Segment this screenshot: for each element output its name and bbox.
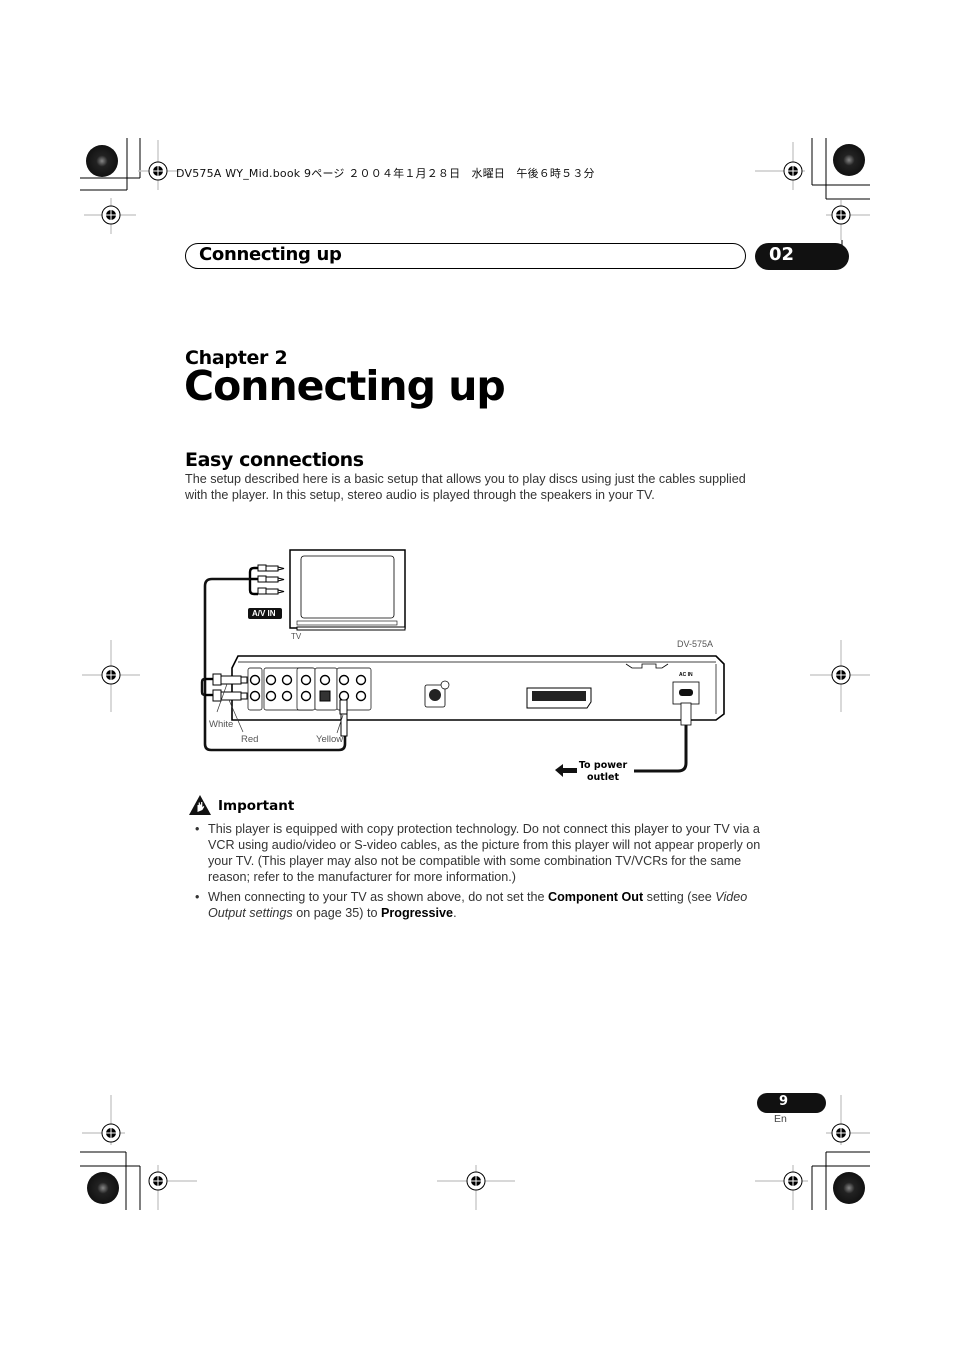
tv-label: TV — [291, 632, 302, 641]
audio-jack-panel — [247, 667, 372, 711]
chapter-number: 02 — [769, 244, 795, 265]
registration-mark — [101, 205, 121, 225]
page-number-badge — [757, 1093, 826, 1113]
important-hand-icon — [189, 795, 211, 815]
registration-mark — [831, 205, 851, 225]
ac-in-label: AC IN — [679, 672, 693, 678]
yellow-cable-label: Yellow — [316, 734, 344, 745]
bullet-text: When connecting to your TV as shown abov… — [208, 890, 549, 904]
white-cable-label: White — [209, 719, 234, 730]
bullet-text: This player is equipped with copy protec… — [208, 822, 761, 884]
language-code: En — [774, 1113, 787, 1125]
registration-mark — [466, 1171, 486, 1191]
registration-mark — [783, 1171, 803, 1191]
sunburst-mark-top-right — [833, 144, 865, 176]
tv-illustration — [289, 549, 406, 631]
registration-mark — [101, 1123, 121, 1143]
registration-mark — [148, 1171, 168, 1191]
player-model-label: DV-575A — [677, 639, 714, 649]
page-title: Connecting up — [184, 362, 506, 410]
av-cable-tv-side — [248, 566, 258, 596]
scart-connector — [526, 687, 592, 709]
registration-mark — [148, 161, 168, 181]
bullet-text: on page 35) to — [292, 906, 381, 920]
av-in-label: A/V IN — [252, 609, 276, 618]
component-out-term: Component Out — [548, 890, 644, 904]
registration-mark — [831, 1123, 851, 1143]
important-bullet: When connecting to your TV as shown abov… — [195, 889, 770, 921]
registration-mark — [831, 665, 851, 685]
s-video-jack — [424, 680, 450, 708]
optical-jack — [319, 690, 331, 702]
sunburst-mark-bottom-left — [87, 1172, 119, 1204]
ac-in-socket — [672, 681, 700, 705]
progressive-term: Progressive — [380, 906, 454, 920]
registration-mark — [783, 161, 803, 181]
power-outlet-label-line1: To power — [578, 760, 628, 771]
registration-mark — [101, 665, 121, 685]
section-intro: The setup described here is a basic setu… — [185, 472, 746, 502]
bullet-text: . — [453, 906, 457, 920]
connection-diagram — [200, 549, 725, 777]
red-cable-label: Red — [241, 734, 259, 745]
power-outlet-label: To power outlet — [578, 760, 628, 784]
arrow-left-icon — [555, 764, 577, 777]
bullet-text: setting (see — [643, 890, 716, 904]
print-slug: DV575A WY_Mid.book 9ページ ２００４年１月２８日 水曜日 午… — [176, 167, 595, 180]
important-label: Important — [218, 798, 295, 814]
section-heading: Easy connections — [185, 449, 364, 471]
sunburst-mark-top-left — [86, 145, 118, 177]
sunburst-mark-bottom-right — [833, 1172, 865, 1204]
page-number: 9 — [779, 1094, 789, 1109]
important-bullet: This player is equipped with copy protec… — [195, 821, 770, 885]
power-outlet-label-line2: outlet — [586, 772, 620, 783]
tv-rca-plugs — [257, 564, 285, 595]
important-list: This player is equipped with copy protec… — [195, 821, 770, 925]
header-title: Connecting up — [199, 244, 342, 265]
